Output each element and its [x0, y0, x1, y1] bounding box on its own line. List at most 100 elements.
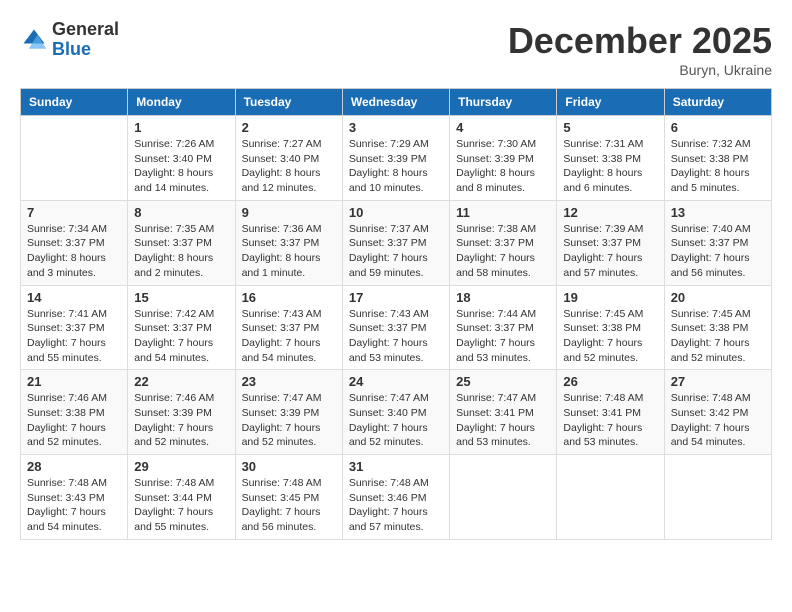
calendar-cell: 31 Sunrise: 7:48 AM Sunset: 3:46 PM Dayli… [342, 455, 449, 540]
logo-icon [20, 26, 48, 54]
weekday-header: Thursday [450, 89, 557, 116]
day-info: Sunrise: 7:41 AM Sunset: 3:37 PM Dayligh… [27, 307, 121, 366]
day-number: 1 [134, 120, 228, 135]
day-info: Sunrise: 7:42 AM Sunset: 3:37 PM Dayligh… [134, 307, 228, 366]
calendar-cell: 22 Sunrise: 7:46 AM Sunset: 3:39 PM Dayli… [128, 370, 235, 455]
calendar-cell: 9 Sunrise: 7:36 AM Sunset: 3:37 PM Daylig… [235, 200, 342, 285]
day-number: 17 [349, 290, 443, 305]
day-number: 20 [671, 290, 765, 305]
calendar-cell: 2Sunrise: 7:27 AM Sunset: 3:40 PM Daylig… [235, 116, 342, 201]
day-number: 11 [456, 205, 550, 220]
day-number: 31 [349, 459, 443, 474]
calendar-cell: 26 Sunrise: 7:48 AM Sunset: 3:41 PM Dayli… [557, 370, 664, 455]
calendar-week-row: 28 Sunrise: 7:48 AM Sunset: 3:43 PM Dayli… [21, 455, 772, 540]
day-info: Sunrise: 7:48 AM Sunset: 3:46 PM Dayligh… [349, 476, 443, 535]
calendar-cell: 11 Sunrise: 7:38 AM Sunset: 3:37 PM Dayli… [450, 200, 557, 285]
day-number: 24 [349, 374, 443, 389]
day-number: 7 [27, 205, 121, 220]
day-number: 10 [349, 205, 443, 220]
day-info: Sunrise: 7:27 AM Sunset: 3:40 PM Dayligh… [242, 137, 336, 196]
day-info: Sunrise: 7:29 AM Sunset: 3:39 PM Dayligh… [349, 137, 443, 196]
calendar-cell: 8 Sunrise: 7:35 AM Sunset: 3:37 PM Daylig… [128, 200, 235, 285]
calendar-cell [557, 455, 664, 540]
day-number: 28 [27, 459, 121, 474]
calendar-cell: 23 Sunrise: 7:47 AM Sunset: 3:39 PM Dayli… [235, 370, 342, 455]
day-info: Sunrise: 7:31 AM Sunset: 3:38 PM Dayligh… [563, 137, 657, 196]
calendar-cell: 18 Sunrise: 7:44 AM Sunset: 3:37 PM Dayli… [450, 285, 557, 370]
calendar-week-row: 7 Sunrise: 7:34 AM Sunset: 3:37 PM Daylig… [21, 200, 772, 285]
calendar-cell: 27Sunrise: 7:48 AM Sunset: 3:42 PM Dayli… [664, 370, 771, 455]
calendar-cell: 5Sunrise: 7:31 AM Sunset: 3:38 PM Daylig… [557, 116, 664, 201]
day-number: 18 [456, 290, 550, 305]
day-info: Sunrise: 7:48 AM Sunset: 3:41 PM Dayligh… [563, 391, 657, 450]
day-info: Sunrise: 7:48 AM Sunset: 3:44 PM Dayligh… [134, 476, 228, 535]
day-number: 22 [134, 374, 228, 389]
day-number: 12 [563, 205, 657, 220]
day-info: Sunrise: 7:30 AM Sunset: 3:39 PM Dayligh… [456, 137, 550, 196]
calendar-cell: 13 Sunrise: 7:40 AM Sunset: 3:37 PM Dayli… [664, 200, 771, 285]
calendar-cell: 29 Sunrise: 7:48 AM Sunset: 3:44 PM Dayli… [128, 455, 235, 540]
day-info: Sunrise: 7:48 AM Sunset: 3:43 PM Dayligh… [27, 476, 121, 535]
calendar-cell: 16Sunrise: 7:43 AM Sunset: 3:37 PM Dayli… [235, 285, 342, 370]
day-info: Sunrise: 7:35 AM Sunset: 3:37 PM Dayligh… [134, 222, 228, 281]
weekday-header: Saturday [664, 89, 771, 116]
calendar-cell: 21 Sunrise: 7:46 AM Sunset: 3:38 PM Dayli… [21, 370, 128, 455]
calendar-cell: 10Sunrise: 7:37 AM Sunset: 3:37 PM Dayli… [342, 200, 449, 285]
weekday-header: Friday [557, 89, 664, 116]
weekday-header: Tuesday [235, 89, 342, 116]
day-info: Sunrise: 7:47 AM Sunset: 3:39 PM Dayligh… [242, 391, 336, 450]
location: Buryn, Ukraine [508, 62, 772, 78]
day-info: Sunrise: 7:47 AM Sunset: 3:40 PM Dayligh… [349, 391, 443, 450]
logo-general-text: General [52, 20, 119, 40]
calendar-cell: 19 Sunrise: 7:45 AM Sunset: 3:38 PM Dayli… [557, 285, 664, 370]
day-number: 8 [134, 205, 228, 220]
weekday-header: Monday [128, 89, 235, 116]
calendar-cell: 3 Sunrise: 7:29 AM Sunset: 3:39 PM Daylig… [342, 116, 449, 201]
day-number: 6 [671, 120, 765, 135]
calendar-header-row: SundayMondayTuesdayWednesdayThursdayFrid… [21, 89, 772, 116]
day-info: Sunrise: 7:43 AM Sunset: 3:37 PM Dayligh… [242, 307, 336, 366]
day-info: Sunrise: 7:38 AM Sunset: 3:37 PM Dayligh… [456, 222, 550, 281]
day-number: 30 [242, 459, 336, 474]
day-number: 25 [456, 374, 550, 389]
calendar-cell: 4 Sunrise: 7:30 AM Sunset: 3:39 PM Daylig… [450, 116, 557, 201]
calendar-cell: 6 Sunrise: 7:32 AM Sunset: 3:38 PM Daylig… [664, 116, 771, 201]
day-info: Sunrise: 7:34 AM Sunset: 3:37 PM Dayligh… [27, 222, 121, 281]
weekday-header: Sunday [21, 89, 128, 116]
day-info: Sunrise: 7:46 AM Sunset: 3:39 PM Dayligh… [134, 391, 228, 450]
day-info: Sunrise: 7:47 AM Sunset: 3:41 PM Dayligh… [456, 391, 550, 450]
day-info: Sunrise: 7:36 AM Sunset: 3:37 PM Dayligh… [242, 222, 336, 281]
day-info: Sunrise: 7:48 AM Sunset: 3:45 PM Dayligh… [242, 476, 336, 535]
day-number: 15 [134, 290, 228, 305]
day-number: 23 [242, 374, 336, 389]
day-info: Sunrise: 7:26 AM Sunset: 3:40 PM Dayligh… [134, 137, 228, 196]
calendar-cell: 14Sunrise: 7:41 AM Sunset: 3:37 PM Dayli… [21, 285, 128, 370]
calendar-cell: 12 Sunrise: 7:39 AM Sunset: 3:37 PM Dayli… [557, 200, 664, 285]
calendar-cell: 7 Sunrise: 7:34 AM Sunset: 3:37 PM Daylig… [21, 200, 128, 285]
logo: General Blue [20, 20, 119, 60]
day-info: Sunrise: 7:46 AM Sunset: 3:38 PM Dayligh… [27, 391, 121, 450]
day-number: 19 [563, 290, 657, 305]
day-info: Sunrise: 7:32 AM Sunset: 3:38 PM Dayligh… [671, 137, 765, 196]
month-title: December 2025 [508, 20, 772, 62]
calendar-cell: 20Sunrise: 7:45 AM Sunset: 3:38 PM Dayli… [664, 285, 771, 370]
day-number: 4 [456, 120, 550, 135]
calendar-cell [664, 455, 771, 540]
day-number: 21 [27, 374, 121, 389]
day-number: 27 [671, 374, 765, 389]
day-number: 29 [134, 459, 228, 474]
logo-text: General Blue [52, 20, 119, 60]
day-number: 3 [349, 120, 443, 135]
day-info: Sunrise: 7:44 AM Sunset: 3:37 PM Dayligh… [456, 307, 550, 366]
calendar-cell: 24 Sunrise: 7:47 AM Sunset: 3:40 PM Dayli… [342, 370, 449, 455]
day-number: 9 [242, 205, 336, 220]
day-number: 26 [563, 374, 657, 389]
calendar-cell: 30 Sunrise: 7:48 AM Sunset: 3:45 PM Dayli… [235, 455, 342, 540]
title-block: December 2025 Buryn, Ukraine [508, 20, 772, 78]
day-info: Sunrise: 7:40 AM Sunset: 3:37 PM Dayligh… [671, 222, 765, 281]
day-info: Sunrise: 7:45 AM Sunset: 3:38 PM Dayligh… [563, 307, 657, 366]
day-number: 13 [671, 205, 765, 220]
calendar-week-row: 1 Sunrise: 7:26 AM Sunset: 3:40 PM Daylig… [21, 116, 772, 201]
day-info: Sunrise: 7:39 AM Sunset: 3:37 PM Dayligh… [563, 222, 657, 281]
calendar-cell: 15 Sunrise: 7:42 AM Sunset: 3:37 PM Dayli… [128, 285, 235, 370]
